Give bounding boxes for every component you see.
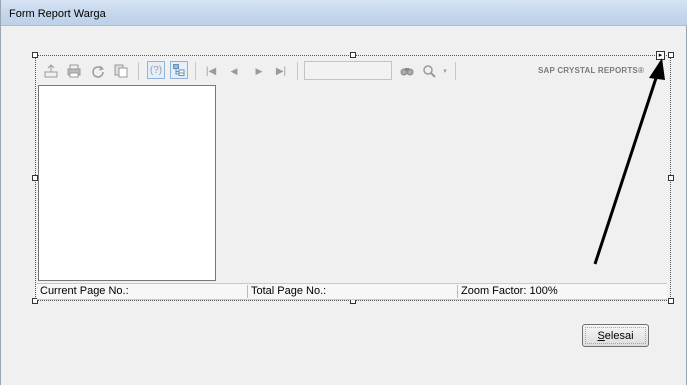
print-icon[interactable]: [66, 63, 82, 79]
refresh-icon[interactable]: [90, 63, 106, 79]
help-icon[interactable]: (?): [147, 61, 165, 79]
status-bar: Current Page No.: Total Page No.: Zoom F…: [37, 283, 667, 300]
copy-icon[interactable]: [113, 63, 129, 79]
group-tree-panel[interactable]: [38, 85, 216, 281]
toolbar-separator: [297, 62, 298, 80]
group-tree-icon[interactable]: [170, 61, 188, 79]
title-bar: Form Report Warga: [1, 0, 687, 26]
report-form-window: Form Report Warga ▸ (?) |◀ ◀ ▶ ▶| ▾ SAP …: [0, 0, 687, 385]
zoom-dropdown-chevron-down-icon[interactable]: ▾: [437, 63, 453, 79]
toolbar-separator: [455, 62, 456, 80]
find-icon[interactable]: [399, 63, 415, 79]
resize-handle-bottom-right[interactable]: [668, 298, 674, 304]
total-page-label: Total Page No.:: [251, 285, 327, 297]
export-icon[interactable]: [43, 63, 59, 79]
viewer-toolbar: (?) |◀ ◀ ▶ ▶| ▾ SAP CRYSTAL REPORTS®: [37, 58, 669, 84]
toolbar-separator: [138, 62, 139, 80]
finish-button-mnemonic: S: [597, 329, 605, 342]
last-page-icon[interactable]: ▶|: [273, 63, 289, 79]
finish-button-label: elesai: [604, 329, 634, 342]
zoom-icon[interactable]: [421, 63, 437, 79]
resize-handle-right[interactable]: [668, 175, 674, 181]
window-title: Form Report Warga: [9, 8, 106, 20]
previous-page-icon[interactable]: ◀: [226, 63, 242, 79]
current-page-label: Current Page No.:: [40, 285, 129, 297]
next-page-icon[interactable]: ▶: [251, 63, 267, 79]
first-page-icon[interactable]: |◀: [203, 63, 219, 79]
brand-logo: SAP CRYSTAL REPORTS®: [538, 66, 645, 75]
goto-page-input[interactable]: [304, 61, 392, 80]
finish-button[interactable]: Selesai: [582, 324, 649, 347]
toolbar-separator: [195, 62, 196, 80]
zoom-factor-label: Zoom Factor: 100%: [461, 285, 558, 297]
